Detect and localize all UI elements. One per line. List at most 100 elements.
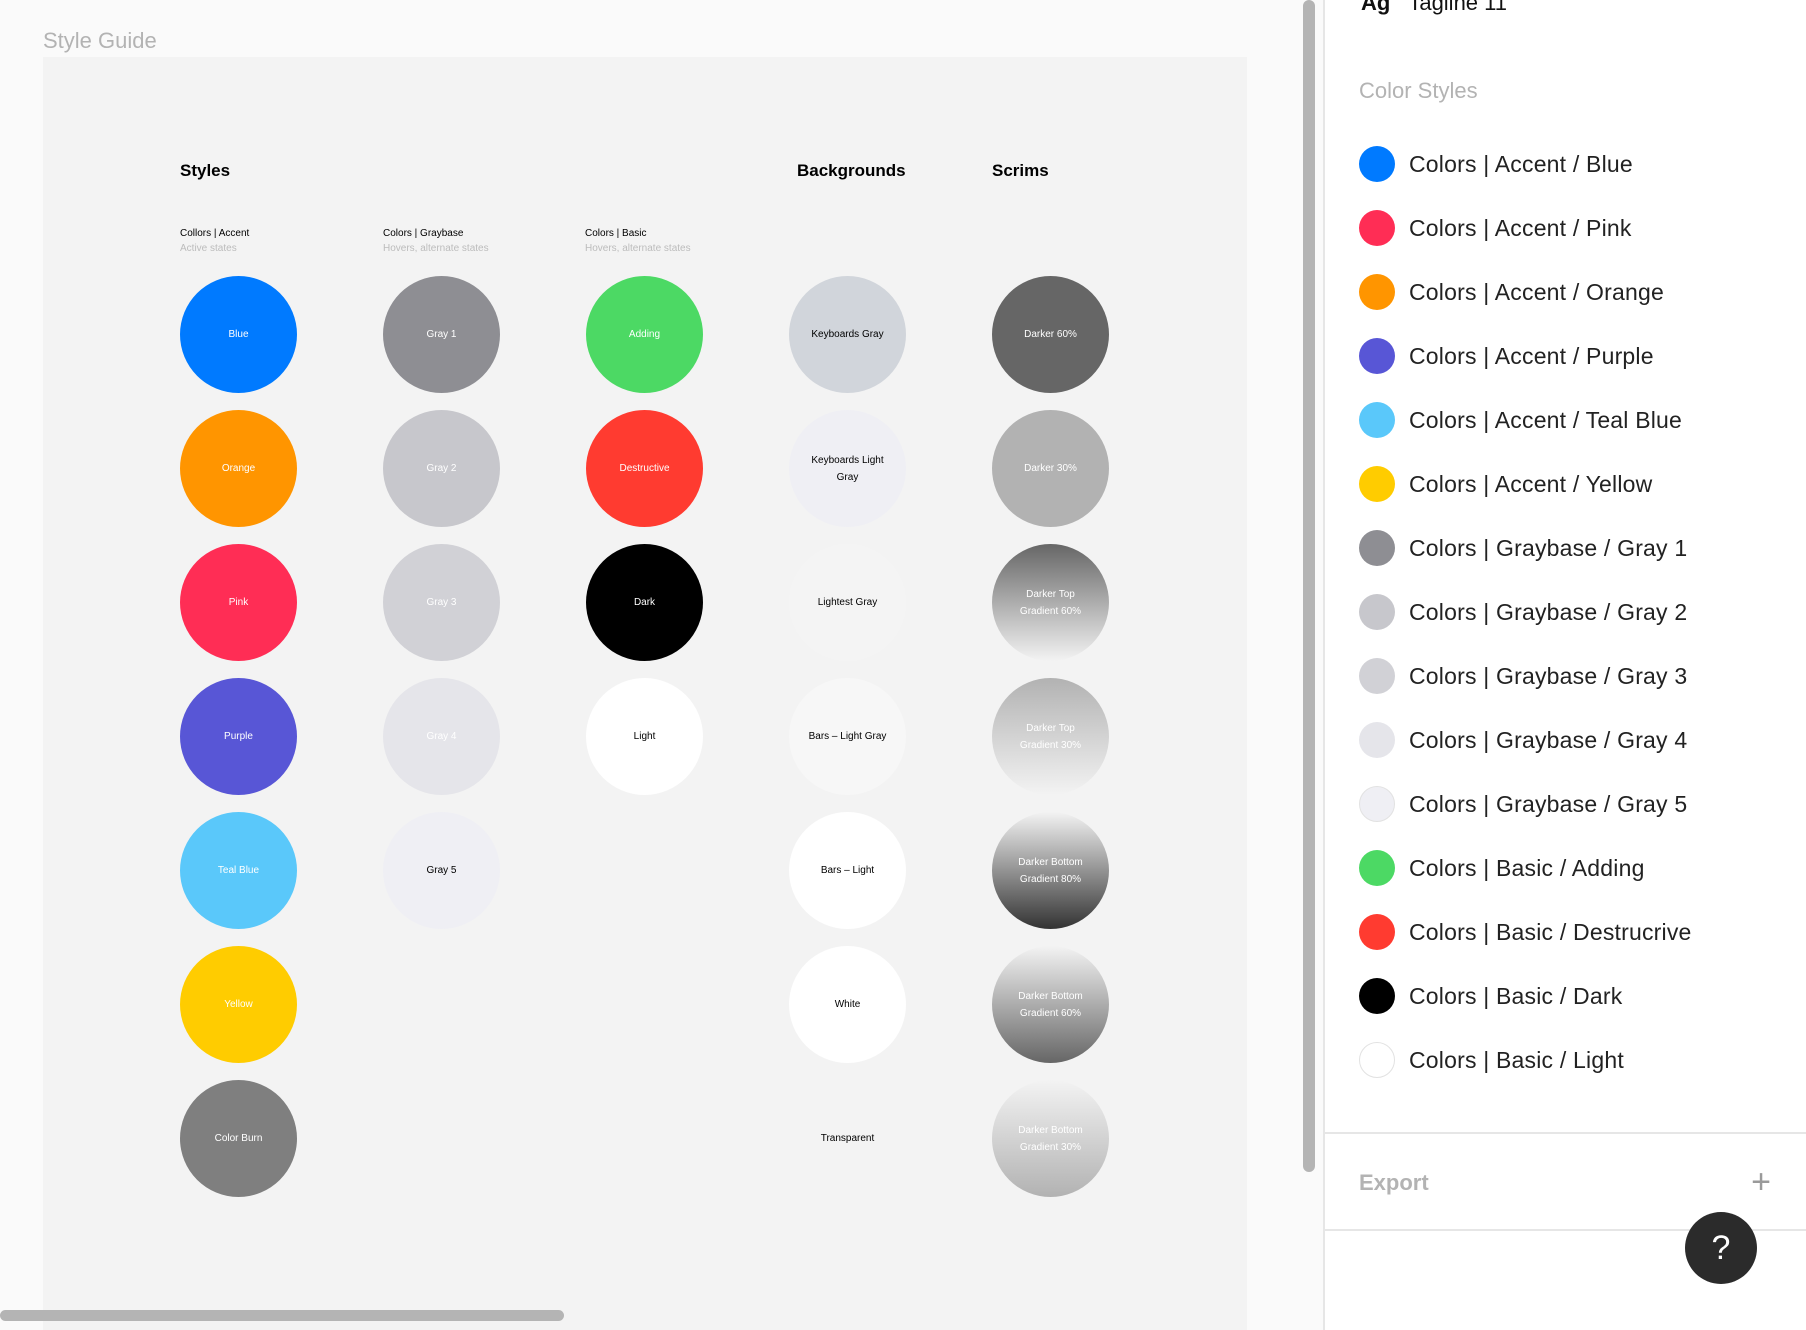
- swatch-background-keyboards-light-gray[interactable]: Keyboards Light Gray: [789, 410, 906, 527]
- swatch-label: Bars – Light Gray: [808, 731, 887, 742]
- export-title: Export: [1359, 1170, 1429, 1195]
- color-style-label: Colors | Accent / Orange: [1409, 278, 1664, 305]
- swatch-accent-purple[interactable]: Purple: [180, 678, 297, 795]
- swatch-accent-color-burn[interactable]: Color Burn: [180, 1080, 297, 1197]
- text-style-label: Tagline 11: [1408, 0, 1507, 15]
- column-title-basic: Colors | Basic: [585, 228, 647, 239]
- swatch-accent-orange[interactable]: Orange: [180, 410, 297, 527]
- color-style-item[interactable]: Colors | Accent / Orange: [1359, 272, 1664, 312]
- swatch-label: Pink: [228, 597, 249, 608]
- swatch-accent-yellow[interactable]: Yellow: [180, 946, 297, 1063]
- swatch-scrim-darker-bottom-gradient-30-[interactable]: Darker Bottom Gradient 30%: [992, 1080, 1109, 1197]
- swatch-accent-teal-blue[interactable]: Teal Blue: [180, 812, 297, 929]
- color-swatch-icon: [1359, 658, 1395, 694]
- column-subtitle-basic: Hovers, alternate states: [585, 243, 691, 254]
- swatch-background-bars-light[interactable]: Bars – Light: [789, 812, 906, 929]
- swatch-background-keyboards-gray[interactable]: Keyboards Gray: [789, 276, 906, 393]
- color-style-label: Colors | Basic / Light: [1409, 1046, 1624, 1073]
- color-swatch-icon: [1359, 210, 1395, 246]
- color-style-item[interactable]: Colors | Basic / Light: [1359, 1040, 1624, 1080]
- swatch-background-transparent[interactable]: Transparent: [789, 1080, 906, 1197]
- swatch-accent-blue[interactable]: Blue: [180, 276, 297, 393]
- swatch-label: Yellow: [224, 999, 253, 1010]
- swatch-label: Teal Blue: [217, 865, 260, 876]
- color-style-label: Colors | Basic / Dark: [1409, 982, 1623, 1009]
- color-styles-title: Color Styles: [1359, 78, 1478, 103]
- swatch-scrim-darker-top-gradient-60-[interactable]: Darker Top Gradient 60%: [992, 544, 1109, 661]
- color-style-label: Colors | Graybase / Gray 2: [1409, 598, 1688, 625]
- color-style-item[interactable]: Colors | Accent / Pink: [1359, 208, 1632, 248]
- swatch-background-bars-light-gray[interactable]: Bars – Light Gray: [789, 678, 906, 795]
- swatch-label: Keyboards Gray: [811, 329, 884, 340]
- swatch-graybase-gray-1[interactable]: Gray 1: [383, 276, 500, 393]
- swatch-label: Gray 4: [426, 731, 457, 742]
- color-style-item[interactable]: Colors | Accent / Yellow: [1359, 464, 1652, 504]
- color-style-label: Colors | Graybase / Gray 4: [1409, 726, 1688, 753]
- text-style-ag-icon: Ag: [1361, 0, 1391, 15]
- color-swatch-icon: [1359, 978, 1395, 1014]
- help-button[interactable]: ?: [1685, 1212, 1757, 1284]
- export-add-icon[interactable]: +: [1745, 1162, 1777, 1202]
- color-style-label: Colors | Graybase / Gray 5: [1409, 790, 1688, 817]
- color-style-item[interactable]: Colors | Basic / Dark: [1359, 976, 1622, 1016]
- swatch-background-white[interactable]: White: [789, 946, 906, 1063]
- swatch-label: Dark: [633, 597, 656, 608]
- color-style-item[interactable]: Colors | Graybase / Gray 4: [1359, 720, 1687, 760]
- color-style-item[interactable]: Colors | Graybase / Gray 5: [1359, 784, 1687, 824]
- color-style-item[interactable]: Colors | Graybase / Gray 1: [1359, 528, 1687, 568]
- swatch-label: Color Burn: [214, 1133, 263, 1144]
- swatch-label: Transparent: [820, 1133, 875, 1144]
- swatch-background-lightest-gray[interactable]: Lightest Gray: [789, 544, 906, 661]
- swatch-accent-pink[interactable]: Pink: [180, 544, 297, 661]
- swatch-label: Gray 3: [426, 597, 457, 608]
- canvas[interactable]: Style Guide Styles Backgrounds Scrims Co…: [0, 0, 1320, 1330]
- color-style-item[interactable]: Colors | Graybase / Gray 3: [1359, 656, 1687, 696]
- column-subtitle-graybase: Hovers, alternate states: [383, 243, 489, 254]
- swatch-label: Darker 60%: [1024, 329, 1077, 340]
- swatch-scrim-darker-bottom-gradient-60-[interactable]: Darker Bottom Gradient 60%: [992, 946, 1109, 1063]
- swatch-label: Orange: [221, 463, 256, 474]
- color-style-item[interactable]: Colors | Accent / Purple: [1359, 336, 1654, 376]
- swatch-label: Blue: [228, 329, 249, 340]
- swatch-label: Darker Top Gradient 60%: [1019, 588, 1082, 617]
- frame-title[interactable]: Style Guide: [43, 28, 157, 54]
- text-style-tagline[interactable]: Ag Tagline 11: [1361, 0, 1507, 16]
- swatch-scrim-darker-bottom-gradient-80-[interactable]: Darker Bottom Gradient 80%: [992, 812, 1109, 929]
- swatch-graybase-gray-5[interactable]: Gray 5: [383, 812, 500, 929]
- swatch-label: Adding: [628, 329, 661, 340]
- color-swatch-icon: [1359, 914, 1395, 950]
- swatch-label: Darker 30%: [1024, 463, 1077, 474]
- color-style-label: Colors | Accent / Blue: [1409, 150, 1633, 177]
- style-guide-frame[interactable]: Styles Backgrounds Scrims Collors | Acce…: [43, 57, 1247, 1330]
- swatch-basic-light[interactable]: Light: [586, 678, 703, 795]
- divider: [1325, 1132, 1806, 1134]
- swatch-scrim-darker-30-[interactable]: Darker 30%: [992, 410, 1109, 527]
- color-style-item[interactable]: Colors | Accent / Teal Blue: [1359, 400, 1682, 440]
- color-swatch-icon: [1359, 850, 1395, 886]
- color-style-label: Colors | Accent / Yellow: [1409, 470, 1653, 497]
- heading-scrims: Scrims: [992, 161, 1049, 180]
- horizontal-scrollbar[interactable]: [0, 1310, 564, 1321]
- heading-styles: Styles: [180, 161, 231, 180]
- swatch-graybase-gray-4[interactable]: Gray 4: [383, 678, 500, 795]
- color-style-item[interactable]: Colors | Basic / Destrucrive: [1359, 912, 1692, 952]
- vertical-scrollbar[interactable]: [1303, 0, 1315, 1172]
- swatch-scrim-darker-top-gradient-30-[interactable]: Darker Top Gradient 30%: [992, 678, 1109, 795]
- column-title-graybase: Colors | Graybase: [383, 228, 464, 239]
- swatch-basic-adding[interactable]: Adding: [586, 276, 703, 393]
- swatch-scrim-darker-60-[interactable]: Darker 60%: [992, 276, 1109, 393]
- swatch-graybase-gray-2[interactable]: Gray 2: [383, 410, 500, 527]
- color-style-item[interactable]: Colors | Graybase / Gray 2: [1359, 592, 1687, 632]
- color-swatch-icon: [1359, 722, 1395, 758]
- swatch-basic-destructive[interactable]: Destructive: [586, 410, 703, 527]
- color-style-item[interactable]: Colors | Accent / Blue: [1359, 144, 1633, 184]
- swatch-label: Purple: [224, 731, 253, 742]
- swatch-label: Keyboards Light Gray: [811, 454, 884, 483]
- color-style-item[interactable]: Colors | Basic / Adding: [1359, 848, 1645, 888]
- color-swatch-icon: [1359, 530, 1395, 566]
- color-swatch-icon: [1359, 274, 1395, 310]
- swatch-label: Bars – Light: [820, 865, 875, 876]
- color-style-label: Colors | Graybase / Gray 1: [1409, 534, 1688, 561]
- swatch-graybase-gray-3[interactable]: Gray 3: [383, 544, 500, 661]
- swatch-basic-dark[interactable]: Dark: [586, 544, 703, 661]
